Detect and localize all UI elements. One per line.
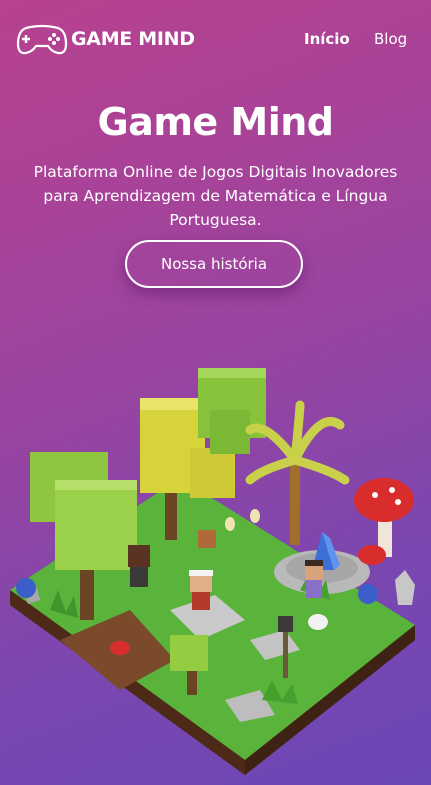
top-navbar: GAME MIND Início Blog	[0, 0, 431, 80]
hero-title: Game Mind	[97, 100, 334, 144]
brand-name: GAME MIND	[71, 28, 195, 50]
brand-logo[interactable]: GAME MIND	[16, 22, 195, 56]
hero-subtitle: Plataforma Online de Jogos Digitais Inov…	[33, 163, 398, 229]
nav-link-inicio[interactable]: Início	[304, 30, 350, 48]
nav-link-blog[interactable]: Blog	[374, 30, 407, 48]
nossa-historia-button[interactable]: Nossa história	[125, 240, 303, 288]
game-world-illustration	[10, 368, 415, 775]
gamepad-icon	[16, 24, 68, 55]
